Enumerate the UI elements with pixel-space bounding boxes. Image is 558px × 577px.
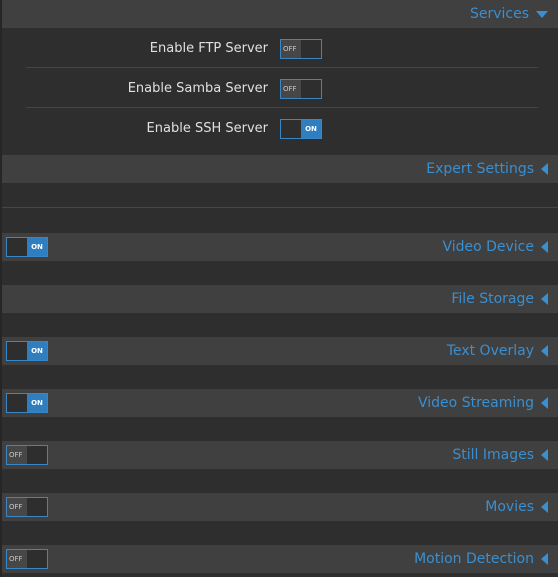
samba-server-label: Enable Samba Server — [127, 80, 268, 96]
still-images-title: Still Images — [452, 447, 534, 463]
chevron-left-icon — [541, 553, 548, 565]
movies-title: Movies — [485, 499, 534, 515]
movies-toggle[interactable]: OFF — [6, 497, 48, 517]
video-device-section-header[interactable]: ON Video Device — [2, 233, 558, 261]
toggle-state-on: ON — [27, 342, 47, 360]
video-streaming-section-header[interactable]: ON Video Streaming — [2, 389, 558, 417]
chevron-left-icon — [541, 345, 548, 357]
expert-settings-title: Expert Settings — [426, 161, 534, 177]
ftp-server-row: Enable FTP Server OFF — [2, 28, 558, 68]
still-images-toggle[interactable]: OFF — [6, 445, 48, 465]
motion-detection-toggle[interactable]: OFF — [6, 549, 48, 569]
motion-detection-title: Motion Detection — [414, 551, 534, 567]
file-storage-title: File Storage — [451, 291, 534, 307]
samba-server-toggle[interactable]: OFF — [280, 79, 322, 99]
text-overlay-toggle[interactable]: ON — [6, 341, 48, 361]
toggle-state-on: ON — [301, 120, 321, 138]
toggle-state-off: OFF — [281, 80, 301, 98]
chevron-left-icon — [541, 397, 548, 409]
chevron-left-icon — [541, 293, 548, 305]
video-device-title: Video Device — [442, 239, 534, 255]
video-streaming-title: Video Streaming — [418, 395, 534, 411]
toggle-state-off: OFF — [281, 40, 301, 58]
ssh-server-toggle[interactable]: ON — [280, 119, 322, 139]
toggle-state-on: ON — [27, 238, 47, 256]
toggle-state-off: OFF — [7, 446, 27, 464]
text-overlay-title: Text Overlay — [446, 343, 534, 359]
still-images-section-header[interactable]: OFF Still Images — [2, 441, 558, 469]
samba-server-row: Enable Samba Server OFF — [2, 68, 558, 108]
ftp-server-toggle[interactable]: OFF — [280, 39, 322, 59]
motion-detection-section-header[interactable]: OFF Motion Detection — [2, 545, 558, 573]
chevron-left-icon — [541, 501, 548, 513]
ssh-server-row: Enable SSH Server ON — [2, 108, 558, 148]
toggle-state-off: OFF — [7, 498, 27, 516]
video-device-toggle[interactable]: ON — [6, 237, 48, 257]
chevron-left-icon — [541, 241, 548, 253]
section-divider — [2, 207, 558, 208]
toggle-state-on: ON — [27, 394, 47, 412]
chevron-left-icon — [541, 163, 548, 175]
ftp-server-label: Enable FTP Server — [149, 40, 268, 56]
ssh-server-label: Enable SSH Server — [146, 120, 268, 136]
movies-section-header[interactable]: OFF Movies — [2, 493, 558, 521]
chevron-left-icon — [541, 449, 548, 461]
chevron-down-icon — [536, 10, 548, 18]
video-streaming-toggle[interactable]: ON — [6, 393, 48, 413]
services-section-header[interactable]: Services — [2, 0, 558, 28]
file-storage-section-header[interactable]: File Storage — [2, 285, 558, 313]
services-title: Services — [469, 6, 529, 22]
toggle-state-off: OFF — [7, 550, 27, 568]
text-overlay-section-header[interactable]: ON Text Overlay — [2, 337, 558, 365]
expert-settings-section-header[interactable]: Expert Settings — [2, 155, 558, 183]
